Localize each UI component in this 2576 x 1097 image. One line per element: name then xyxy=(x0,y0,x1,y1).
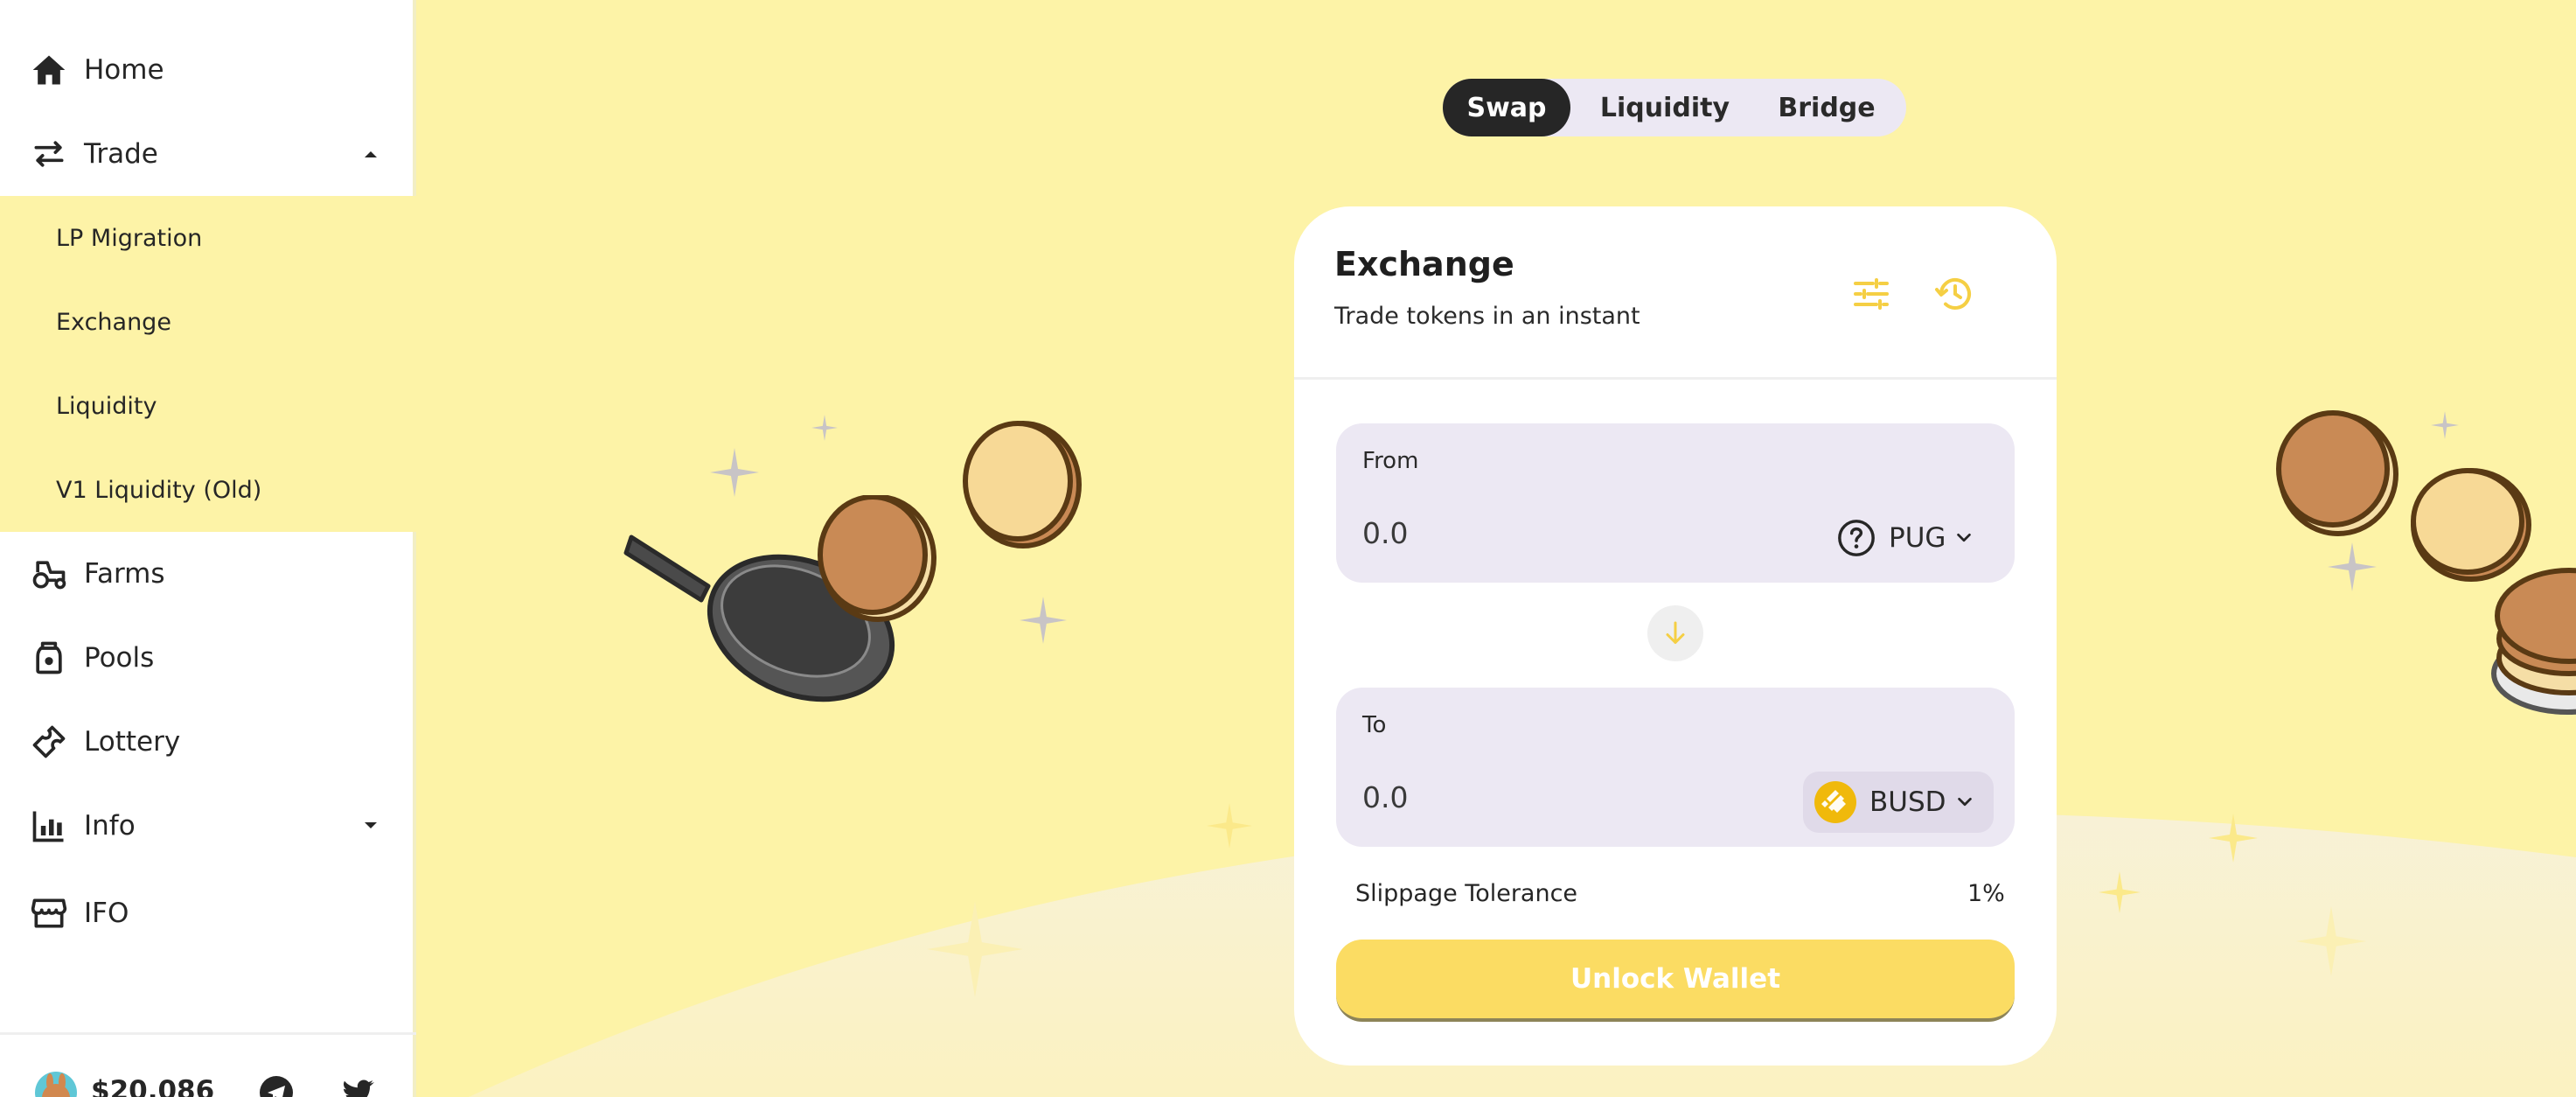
chevron-down-icon xyxy=(1954,528,1974,548)
sparkle-icon xyxy=(811,415,838,441)
sidebar-item-ifo[interactable]: IFO xyxy=(0,871,416,955)
sidebar-item-label: Farms xyxy=(84,558,165,590)
busd-icon xyxy=(1814,780,1857,824)
tab-swap[interactable]: Swap xyxy=(1443,79,1570,136)
sidebar-item-label: Lottery xyxy=(84,726,181,758)
sidebar-footer: $20.086 xyxy=(0,1032,416,1097)
from-token-select[interactable]: PUG xyxy=(1836,507,1990,569)
sidebar-subitem-label: Exchange xyxy=(56,308,171,336)
to-label: To xyxy=(1362,712,1387,738)
sidebar-subitem-exchange[interactable]: Exchange xyxy=(0,280,416,364)
chevron-down-icon xyxy=(1955,793,1974,812)
ticket-icon xyxy=(28,721,70,763)
token-price: $20.086 xyxy=(91,1075,215,1097)
home-icon xyxy=(28,49,70,91)
question-circle-icon xyxy=(1836,518,1876,558)
slippage-value: 1% xyxy=(1967,880,2005,907)
sparkle-icon xyxy=(2209,814,2258,863)
chart-icon xyxy=(28,805,70,847)
pancake-stack-illustration xyxy=(2491,568,2576,715)
settings-sliders-icon[interactable] xyxy=(1850,273,1892,315)
sidebar-item-trade[interactable]: Trade xyxy=(0,112,416,196)
sidebar: Home Trade LP Migration Exchange Liquidi… xyxy=(0,0,416,1097)
exchange-card: Exchange Trade tokens in an instant From… xyxy=(1294,206,2057,1066)
to-token-symbol: BUSD xyxy=(1869,786,1946,818)
pancake-illustration xyxy=(818,495,936,622)
sidebar-subitem-liquidity[interactable]: Liquidity xyxy=(0,364,416,448)
sidebar-subitem-v1-liquidity[interactable]: V1 Liquidity (Old) xyxy=(0,448,416,532)
tab-bridge[interactable]: Bridge xyxy=(1752,79,1901,136)
sparkle-icon xyxy=(927,901,1023,997)
from-token-symbol: PUG xyxy=(1889,522,1946,554)
from-label: From xyxy=(1362,448,1419,474)
caret-down-icon[interactable] xyxy=(359,814,383,838)
sidebar-item-label: Pools xyxy=(84,642,155,674)
sidebar-subitem-lp-migration[interactable]: LP Migration xyxy=(0,196,416,280)
sidebar-item-label: Trade xyxy=(84,138,158,170)
telegram-icon[interactable] xyxy=(259,1075,294,1097)
card-subtitle: Trade tokens in an instant xyxy=(1334,303,1640,330)
twitter-icon[interactable] xyxy=(341,1075,376,1097)
sparkle-icon xyxy=(1207,803,1252,849)
trade-arrows-icon xyxy=(28,133,70,175)
sidebar-item-home[interactable]: Home xyxy=(0,28,416,112)
from-amount-input[interactable]: 0.0 xyxy=(1362,516,1408,550)
exchange-card-header: Exchange Trade tokens in an instant xyxy=(1294,206,2057,380)
slippage-label: Slippage Tolerance xyxy=(1355,880,1578,907)
card-title: Exchange xyxy=(1334,245,1514,283)
tractor-icon xyxy=(28,553,70,595)
sidebar-item-label: Home xyxy=(84,54,164,86)
sparkle-icon xyxy=(2099,871,2141,913)
to-token-select[interactable]: BUSD xyxy=(1803,772,1994,833)
pancake-illustration xyxy=(963,421,1082,548)
sparkle-icon xyxy=(1020,597,1067,644)
sidebar-item-farms[interactable]: Farms xyxy=(0,532,416,616)
sidebar-item-label: IFO xyxy=(84,898,129,929)
jar-icon xyxy=(28,637,70,679)
store-icon xyxy=(28,892,70,934)
sidebar-item-lottery[interactable]: Lottery xyxy=(0,700,416,784)
pancake-bunny-avatar xyxy=(35,1072,77,1097)
pancake-illustration xyxy=(2276,410,2398,536)
arrow-down-icon xyxy=(1660,618,1691,649)
caret-up-icon[interactable] xyxy=(359,142,383,166)
sparkle-icon xyxy=(2328,542,2377,591)
sparkle-icon xyxy=(2431,411,2459,439)
to-amount-input[interactable]: 0.0 xyxy=(1362,780,1408,814)
sidebar-item-label: Info xyxy=(84,810,136,842)
switch-direction-button[interactable] xyxy=(1647,605,1703,661)
sidebar-subitem-label: LP Migration xyxy=(56,224,203,252)
sidebar-subitem-label: V1 Liquidity (Old) xyxy=(56,476,262,504)
sidebar-item-pools[interactable]: Pools xyxy=(0,616,416,700)
sidebar-item-info[interactable]: Info xyxy=(0,784,416,868)
sidebar-subitem-label: Liquidity xyxy=(56,392,157,420)
tab-liquidity[interactable]: Liquidity xyxy=(1579,79,1751,136)
from-panel: From 0.0 PUG xyxy=(1336,423,2015,583)
history-icon[interactable] xyxy=(1934,273,1976,315)
unlock-wallet-button[interactable]: Unlock Wallet xyxy=(1336,940,2015,1022)
to-panel: To 0.0 BUSD xyxy=(1336,688,2015,847)
swap-tabs: Swap Liquidity Bridge xyxy=(1443,79,1906,136)
sparkle-icon xyxy=(2296,906,2366,976)
sparkle-icon xyxy=(710,448,759,497)
